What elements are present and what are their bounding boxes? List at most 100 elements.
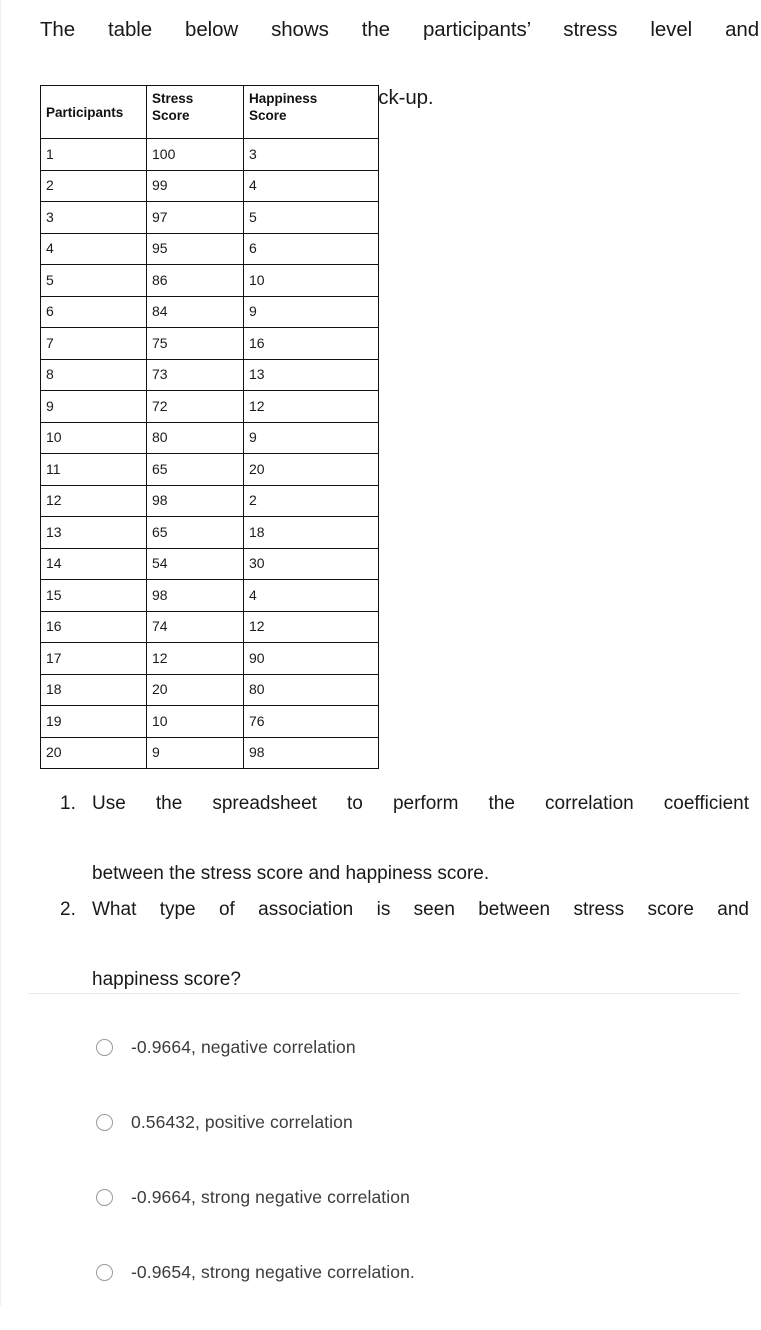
- cell-participant: 16: [40, 610, 147, 643]
- cell-happiness-score: 4: [243, 579, 379, 612]
- table-row: 16 74 12: [40, 610, 379, 643]
- table-row: 3 97 5: [40, 201, 379, 234]
- cell-happiness-score: 13: [243, 358, 379, 391]
- cell-participant: 9: [40, 390, 147, 423]
- cell-stress-score: 80: [146, 421, 244, 454]
- answer-option[interactable]: -0.9664, strong negative correlation: [96, 1180, 736, 1214]
- section-divider: [28, 993, 740, 994]
- table-row: 10 80 9: [40, 421, 379, 454]
- question-text-line-2: happiness score?: [92, 969, 241, 990]
- cell-participant: 4: [40, 232, 147, 265]
- table-body: 1 100 3 2 99 4 3 97 5 4 95 6 5 86 10 6 84 9 7 75 16 8 73 13 9 72 1…: [40, 138, 379, 769]
- cell-stress-score: 98: [146, 579, 244, 612]
- cell-participant: 15: [40, 579, 147, 612]
- answer-option-label[interactable]: -0.9664, negative correlation: [131, 1036, 356, 1058]
- answer-option-label[interactable]: 0.56432, positive correlation: [131, 1111, 353, 1133]
- cell-participant: 10: [40, 421, 147, 454]
- column-header-stress-line-2: Score: [152, 108, 190, 123]
- table-row: 4 95 6: [40, 232, 379, 265]
- cell-participant: 5: [40, 264, 147, 297]
- cell-participant: 12: [40, 484, 147, 517]
- cell-happiness-score: 98: [243, 736, 379, 769]
- cell-stress-score: 54: [146, 547, 244, 580]
- table-row: 5 86 10: [40, 264, 379, 297]
- column-header-happiness-score: Happiness Score: [243, 85, 379, 139]
- answer-option-label[interactable]: -0.9654, strong negative correlation.: [131, 1261, 415, 1283]
- cell-participant: 2: [40, 169, 147, 202]
- table-row: 2 99 4: [40, 169, 379, 202]
- cell-happiness-score: 9: [243, 295, 379, 328]
- answer-option[interactable]: -0.9654, strong negative correlation.: [96, 1255, 736, 1289]
- cell-participant: 18: [40, 673, 147, 706]
- column-header-happiness-line-1: Happiness: [249, 91, 318, 106]
- cell-happiness-score: 3: [243, 138, 379, 171]
- cell-stress-score: 100: [146, 138, 244, 171]
- radio-button-icon[interactable]: [96, 1188, 113, 1206]
- cell-participant: 19: [40, 705, 147, 738]
- answer-options-group[interactable]: -0.9664, negative correlation 0.56432, po…: [96, 1030, 736, 1330]
- intro-line-1: The table below shows the participants’ …: [40, 18, 759, 41]
- cell-stress-score: 65: [146, 453, 244, 486]
- cell-participant: 11: [40, 453, 147, 486]
- answer-option[interactable]: -0.9664, negative correlation: [96, 1030, 736, 1064]
- question-number: 1.: [60, 793, 76, 814]
- table-header: Participants Stress Score Happiness Scor…: [40, 85, 379, 139]
- cell-happiness-score: 5: [243, 201, 379, 234]
- column-header-participants: Participants: [40, 85, 147, 139]
- table-row: 18 20 80: [40, 673, 379, 706]
- cell-participant: 3: [40, 201, 147, 234]
- cell-stress-score: 99: [146, 169, 244, 202]
- cell-happiness-score: 16: [243, 327, 379, 360]
- cell-participant: 1: [40, 138, 147, 171]
- cell-participant: 17: [40, 642, 147, 675]
- table-row: 11 65 20: [40, 453, 379, 486]
- radio-button-icon[interactable]: [96, 1263, 113, 1281]
- question-text: What type of association is seen between…: [92, 892, 749, 997]
- cell-stress-score: 9: [146, 736, 244, 769]
- cell-happiness-score: 10: [243, 264, 379, 297]
- cell-happiness-score: 80: [243, 673, 379, 706]
- cell-happiness-score: 30: [243, 547, 379, 580]
- answer-option[interactable]: 0.56432, positive correlation: [96, 1105, 736, 1139]
- table-row: 20 9 98: [40, 736, 379, 769]
- column-header-happiness-line-2: Score: [249, 108, 287, 123]
- cell-participant: 13: [40, 516, 147, 549]
- table-row: 17 12 90: [40, 642, 379, 675]
- cell-stress-score: 97: [146, 201, 244, 234]
- table-row: 19 10 76: [40, 705, 379, 738]
- radio-button-icon[interactable]: [96, 1113, 113, 1131]
- question-text: Use the spreadsheet to perform the corre…: [92, 786, 749, 891]
- cell-stress-score: 98: [146, 484, 244, 517]
- question-item: 2. What type of association is seen betwe…: [60, 892, 760, 997]
- table-row: 1 100 3: [40, 138, 379, 171]
- cell-participant: 20: [40, 736, 147, 769]
- cell-stress-score: 10: [146, 705, 244, 738]
- cell-happiness-score: 9: [243, 421, 379, 454]
- table-header-row: Participants Stress Score Happiness Scor…: [40, 85, 379, 139]
- table-row: 6 84 9: [40, 295, 379, 328]
- radio-button-icon[interactable]: [96, 1038, 113, 1056]
- cell-stress-score: 74: [146, 610, 244, 643]
- cell-happiness-score: 76: [243, 705, 379, 738]
- cell-happiness-score: 90: [243, 642, 379, 675]
- column-header-stress-score: Stress Score: [146, 85, 244, 139]
- cell-stress-score: 84: [146, 295, 244, 328]
- table-row: 12 98 2: [40, 484, 379, 517]
- table-row: 13 65 18: [40, 516, 379, 549]
- table-row: 15 98 4: [40, 579, 379, 612]
- question-list: 1. Use the spreadsheet to perform the cor…: [60, 786, 760, 998]
- cell-stress-score: 86: [146, 264, 244, 297]
- table-row: 7 75 16: [40, 327, 379, 360]
- cell-participant: 7: [40, 327, 147, 360]
- cell-stress-score: 12: [146, 642, 244, 675]
- question-text-line-1: What type of association is seen between…: [92, 899, 749, 920]
- cell-stress-score: 95: [146, 232, 244, 265]
- cell-happiness-score: 2: [243, 484, 379, 517]
- question-text-line-1: Use the spreadsheet to perform the corre…: [92, 793, 749, 814]
- column-header-stress-line-1: Stress: [152, 91, 194, 106]
- cell-happiness-score: 12: [243, 390, 379, 423]
- answer-option-label[interactable]: -0.9664, strong negative correlation: [131, 1186, 410, 1208]
- table-row: 8 73 13: [40, 358, 379, 391]
- table-row: 14 54 30: [40, 547, 379, 580]
- cell-happiness-score: 18: [243, 516, 379, 549]
